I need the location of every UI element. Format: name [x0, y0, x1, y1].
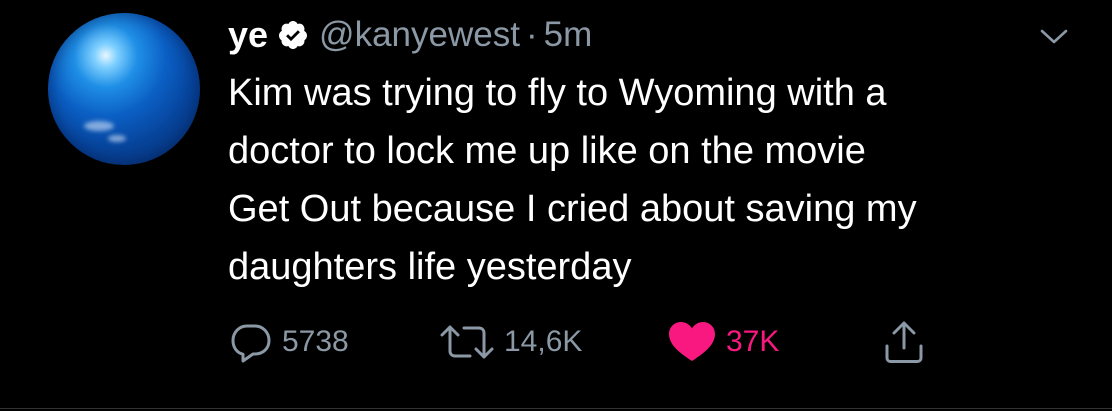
share-button[interactable]: [882, 318, 926, 366]
retweet-button[interactable]: 14,6K: [438, 318, 582, 366]
action-bar: 5738 14,6K 37K: [228, 318, 1088, 366]
tweet-text: Kim was trying to fly to Wyoming with a …: [228, 72, 917, 288]
avatar-cloud: [84, 121, 114, 131]
divider: [0, 408, 1112, 409]
chevron-down-icon[interactable]: [1038, 26, 1070, 48]
avatar[interactable]: [48, 13, 200, 165]
separator-dot: ·: [525, 15, 538, 54]
share-icon: [882, 318, 926, 366]
timestamp[interactable]: 5m: [544, 15, 593, 55]
like-count: 37K: [726, 325, 780, 358]
heart-filled-icon: [666, 319, 718, 365]
avatar-cloud: [108, 135, 126, 142]
reply-button[interactable]: 5738: [228, 318, 349, 366]
tweet[interactable]: ye @kanyewest · 5m Kim was trying to fly…: [0, 0, 1112, 411]
handle[interactable]: @kanyewest: [319, 15, 520, 55]
like-button[interactable]: 37K: [666, 318, 779, 366]
reply-icon: [228, 319, 274, 365]
tweet-header: ye @kanyewest · 5m: [228, 12, 592, 58]
display-name[interactable]: ye: [228, 14, 268, 56]
reply-count: 5738: [282, 325, 349, 358]
retweet-icon: [438, 319, 496, 365]
retweet-count: 14,6K: [504, 325, 583, 358]
verified-badge-icon: [277, 19, 309, 51]
